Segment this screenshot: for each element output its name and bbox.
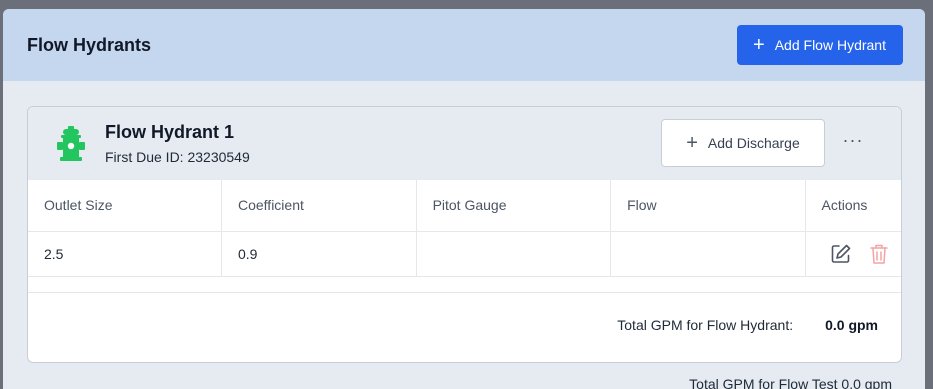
column-header: Flow (610, 180, 806, 232)
hydrant-card: Flow Hydrant 1 First Due ID: 23230549 + … (27, 106, 902, 363)
add-flow-hydrant-button[interactable]: + Add Flow Hydrant (737, 25, 903, 65)
flow-cell (610, 231, 806, 277)
first-due-id: First Due ID: 23230549 (105, 149, 250, 165)
actions-cell (805, 231, 901, 277)
outlet-size-cell: 2.5 (28, 231, 222, 277)
panel-header: Flow Hydrants + Add Flow Hydrant (3, 9, 925, 81)
fire-hydrant-icon (57, 125, 85, 161)
add-discharge-label: Add Discharge (707, 135, 800, 151)
panel-title: Flow Hydrants (27, 34, 152, 55)
edit-icon[interactable] (830, 243, 852, 265)
hydrant-info: Flow Hydrant 1 First Due ID: 23230549 (105, 122, 250, 165)
add-flow-hydrant-label: Add Flow Hydrant (774, 37, 886, 53)
spacer-row (28, 276, 901, 293)
hydrant-name: Flow Hydrant 1 (105, 122, 235, 142)
flow-test-total: Total GPM for Flow Test 0.0 gpm (689, 376, 892, 389)
plus-icon: + (753, 34, 765, 56)
discharge-table: Outlet Size Coefficient Pitot Gauge Flow… (28, 180, 901, 293)
add-discharge-button[interactable]: + Add Discharge (661, 119, 825, 167)
table-header-row: Outlet Size Coefficient Pitot Gauge Flow… (28, 180, 901, 232)
pitot-gauge-cell (416, 231, 612, 277)
row-actions (822, 243, 901, 265)
plus-icon: + (686, 132, 698, 154)
coefficient-cell: 0.9 (221, 231, 417, 277)
hydrant-total-value: 0.0 gpm (825, 317, 878, 333)
more-options-icon[interactable]: ··· (840, 129, 866, 155)
column-header: Outlet Size (28, 180, 222, 232)
column-header: Pitot Gauge (416, 180, 612, 232)
hydrant-total: Total GPM for Flow Hydrant: 0.0 gpm (28, 317, 901, 333)
column-header: Coefficient (221, 180, 417, 232)
trash-icon[interactable] (869, 243, 888, 265)
hydrant-card-header: Flow Hydrant 1 First Due ID: 23230549 + … (28, 107, 901, 180)
flow-hydrants-panel: Flow Hydrants + Add Flow Hydrant Flow Hy… (3, 9, 925, 389)
table-row: 2.5 0.9 (28, 231, 901, 277)
column-header: Actions (805, 180, 901, 232)
hydrant-total-label: Total GPM for Flow Hydrant: (617, 317, 794, 333)
